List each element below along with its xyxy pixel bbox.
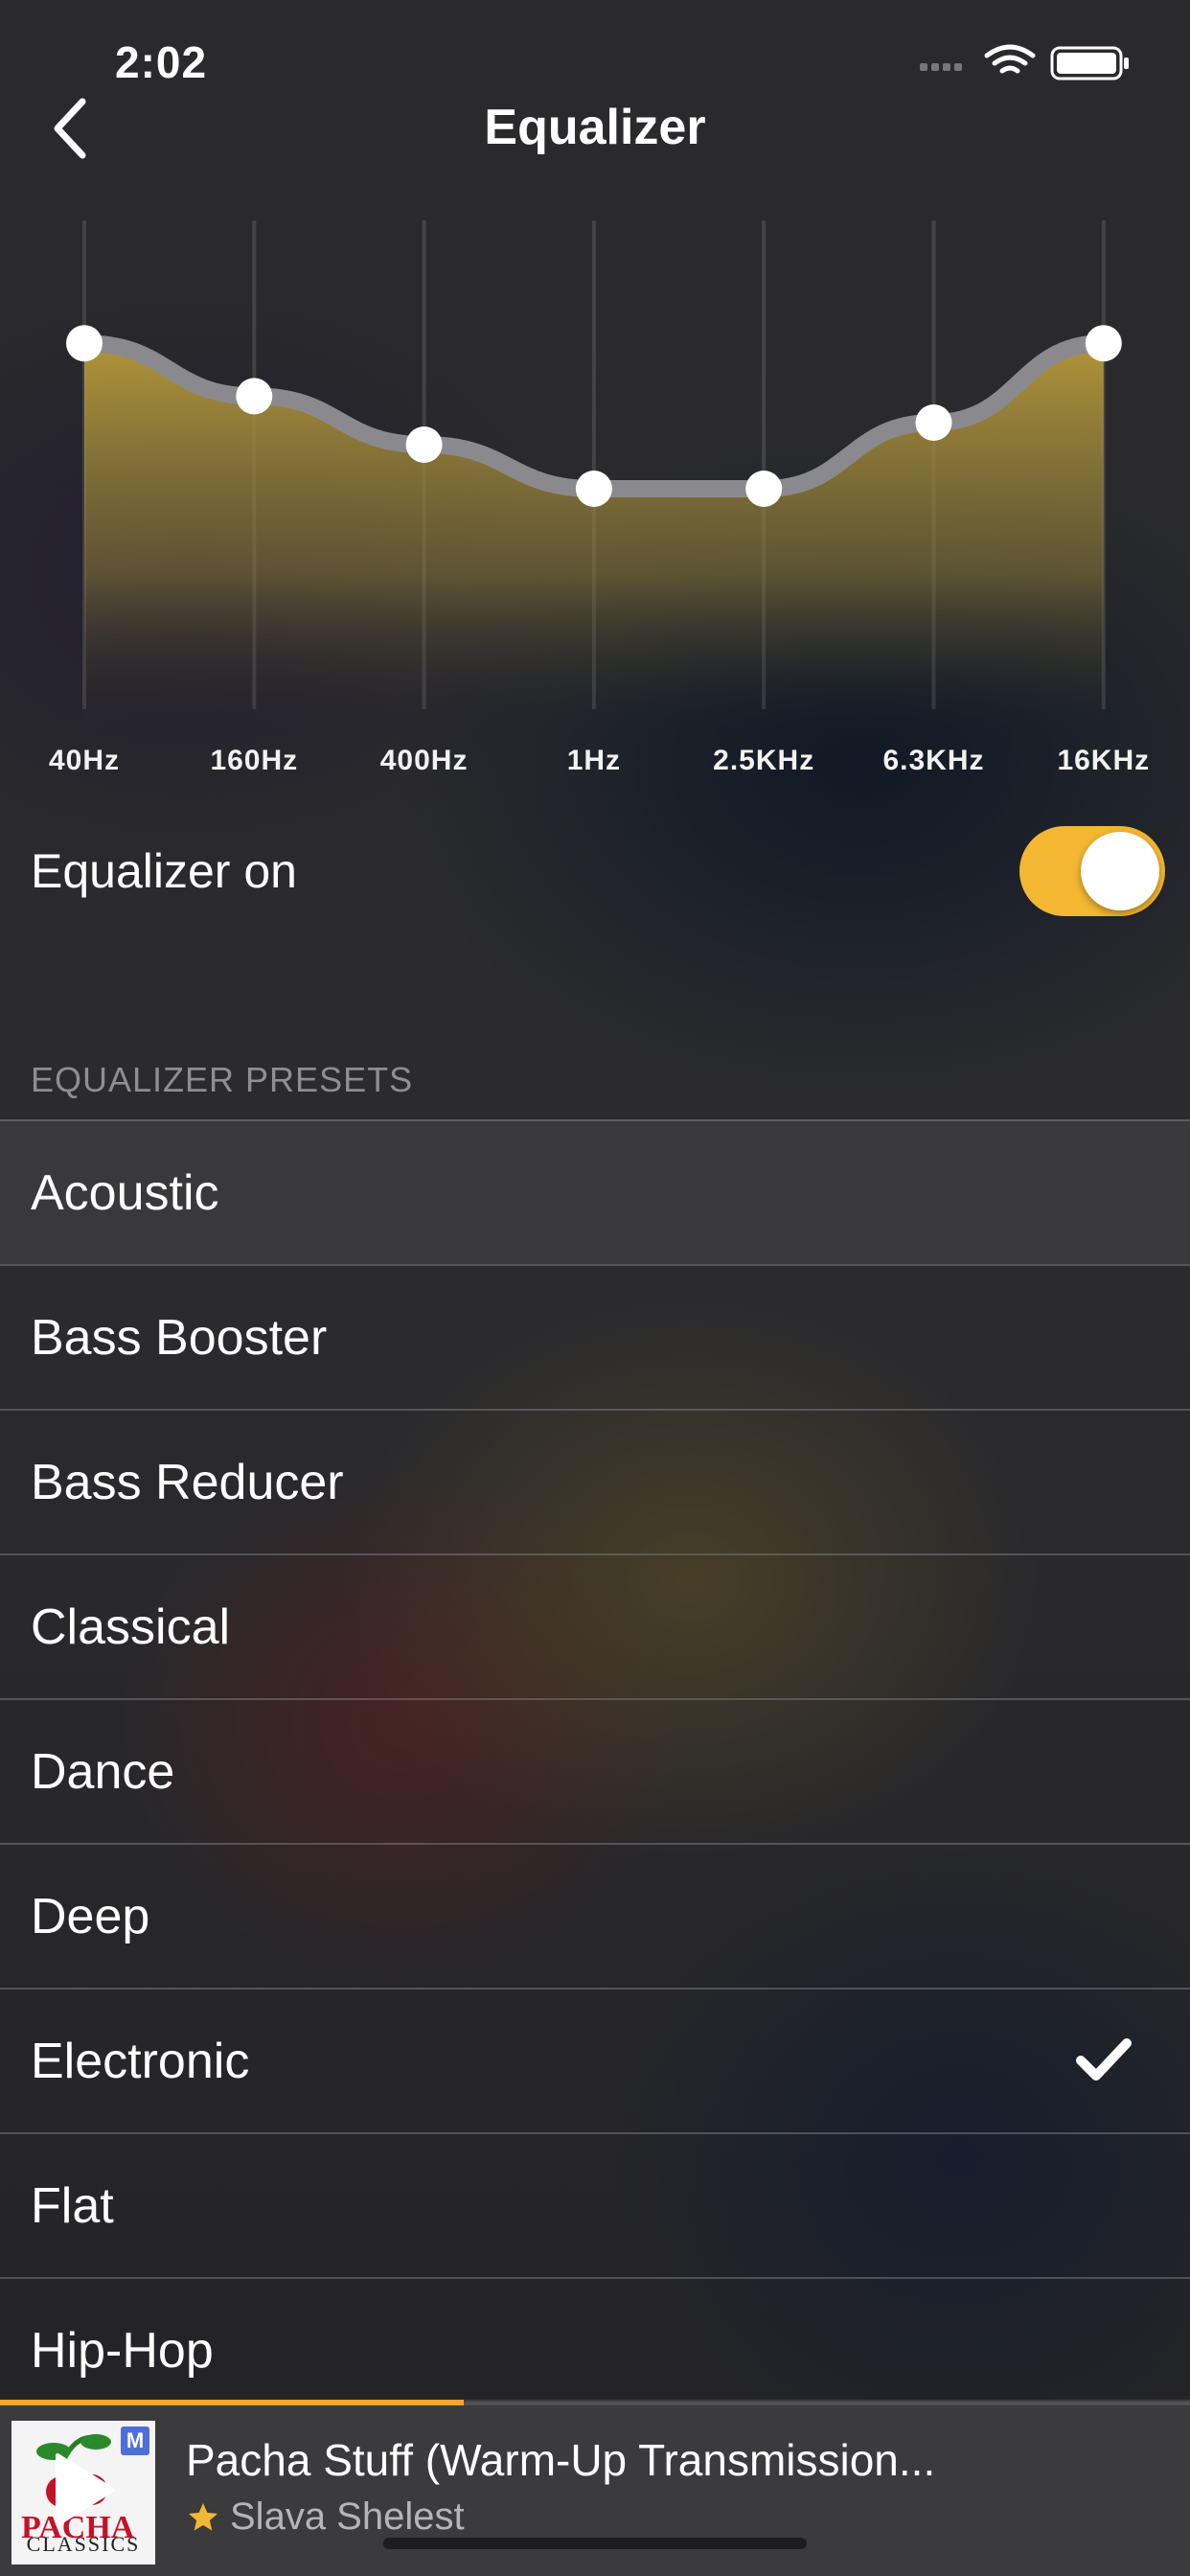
play-icon — [56, 2453, 115, 2526]
mini-player[interactable] — [0, 2402, 1190, 2576]
preset-label: Electronic — [31, 2033, 250, 2089]
equalizer-toggle[interactable] — [1019, 826, 1165, 916]
preset-label: Dance — [31, 1743, 175, 1800]
preset-label: Bass Reducer — [31, 1454, 344, 1510]
track-title[interactable]: Pacha Stuff (Warm-Up Transmission... — [186, 2434, 1144, 2486]
play-button[interactable] — [50, 2451, 117, 2528]
artist-name: Slava Shelest — [230, 2496, 465, 2538]
toggle-knob — [1081, 832, 1159, 910]
preset-label: Flat — [31, 2177, 114, 2234]
playback-progress-fill — [0, 2400, 465, 2405]
star-icon — [189, 2502, 217, 2530]
eq-frequency-label: 2.5KHz — [713, 745, 815, 776]
eq-frequency-label: 400Hz — [379, 745, 469, 776]
preset-item[interactable]: Electronic — [0, 1988, 1190, 2132]
preset-item[interactable]: Classical — [0, 1553, 1190, 1698]
status-icons — [920, 44, 1129, 80]
battery-icon — [1050, 46, 1129, 80]
eq-band-handle-2.5KHz[interactable] — [745, 471, 783, 507]
preset-item[interactable]: Flat — [0, 2132, 1190, 2277]
eq-frequency-label: 6.3KHz — [882, 745, 985, 776]
eq-band-handle-40Hz[interactable] — [66, 325, 103, 362]
preset-label: Hip-Hop — [31, 2322, 214, 2379]
checkmark-icon — [1076, 2038, 1132, 2081]
album-badge: M — [121, 2426, 149, 2455]
preset-item[interactable]: Deep — [0, 1843, 1190, 1988]
signal-icon — [920, 63, 962, 71]
home-indicator[interactable] — [383, 2538, 807, 2549]
preset-item[interactable]: Acoustic — [0, 1119, 1190, 1264]
wifi-icon — [984, 44, 1036, 74]
page-title: Equalizer — [484, 100, 706, 155]
eq-frequency-label: 160Hz — [210, 745, 299, 776]
eq-frequency-label: 16KHz — [1057, 745, 1151, 776]
presets-list: Acoustic Bass Booster Bass Reducer Classica… — [0, 1119, 1190, 2422]
preset-label: Acoustic — [31, 1164, 219, 1221]
album-art-caption: CLASSICS — [26, 2532, 141, 2556]
equalizer-graph[interactable] — [0, 211, 1190, 728]
eq-band-handle-400Hz[interactable] — [405, 426, 443, 463]
preset-item[interactable]: Bass Booster — [0, 1264, 1190, 1409]
eq-band-handle-160Hz[interactable] — [236, 378, 273, 415]
status-time: 2:02 — [115, 37, 208, 87]
preset-label: Deep — [31, 1888, 150, 1944]
preset-label: Bass Booster — [31, 1309, 328, 1366]
preset-item[interactable]: Bass Reducer — [0, 1409, 1190, 1553]
eq-band-handle-16KHz[interactable] — [1085, 325, 1122, 362]
equalizer-toggle-label: Equalizer on — [31, 844, 297, 898]
preset-label: Classical — [31, 1598, 231, 1655]
artist-row[interactable]: Slava Shelest — [186, 2496, 465, 2539]
preset-item[interactable]: Dance — [0, 1698, 1190, 1843]
eq-frequency-label: 1Hz — [566, 745, 622, 776]
eq-band-handle-6.3KHz[interactable] — [915, 404, 952, 441]
presets-section-header: EQUALIZER PRESETS — [31, 1060, 414, 1099]
eq-frequency-label: 40Hz — [48, 745, 121, 776]
eq-band-handle-1Hz[interactable] — [575, 471, 612, 507]
